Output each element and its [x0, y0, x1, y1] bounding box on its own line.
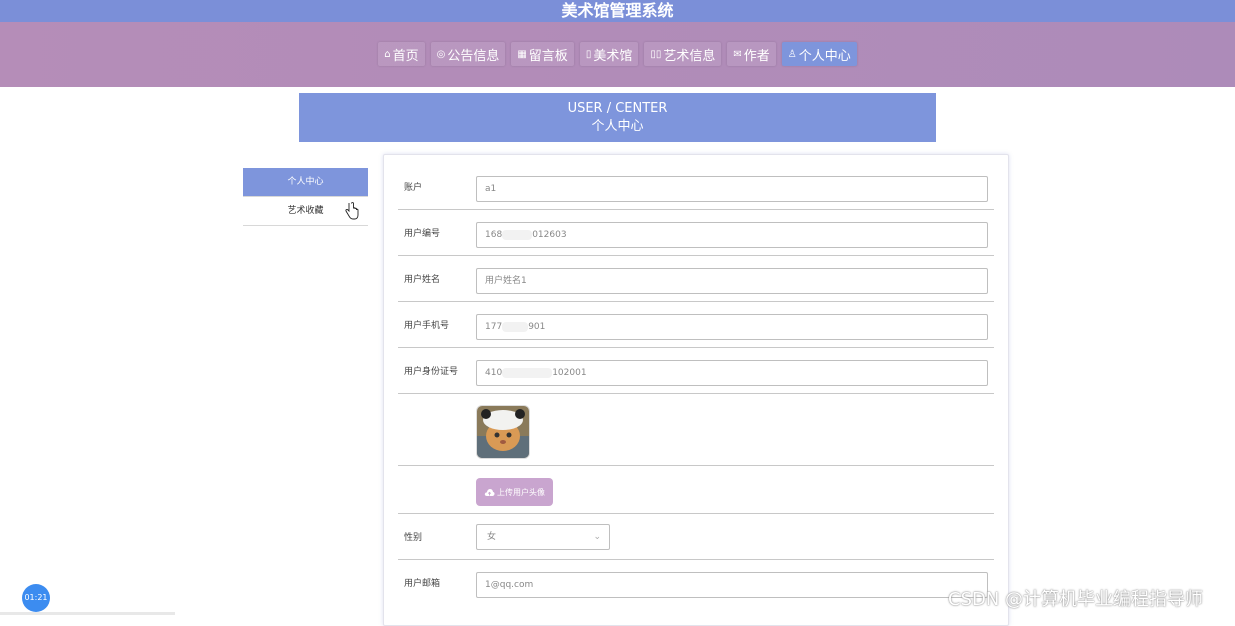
user-name-label: 用户姓名 — [404, 275, 441, 285]
form-row-email: 用户邮箱 1@qq.com — [398, 559, 994, 605]
id-card-value-start: 410 — [485, 368, 503, 378]
user-icon: ♙ — [787, 48, 797, 60]
nav-user-center[interactable]: ♙ 个人中心 — [781, 42, 857, 66]
section-header: USER / CENTER 个人中心 — [299, 93, 936, 142]
form-row-phone: 用户手机号 177 901 — [398, 301, 994, 348]
nav-author[interactable]: ✉ 作者 — [727, 42, 776, 66]
hand-cursor-icon — [345, 202, 359, 220]
user-no-value-start: 168 — [485, 230, 503, 240]
phone-label: 用户手机号 — [404, 321, 450, 331]
main-nav: ⌂ 首页 ◎ 公告信息 ▦ 留言板 ▯ 美术馆 ▯▯ 艺术信息 ✉ 作者 ♙ 个… — [0, 42, 1235, 66]
phone-field[interactable]: 177 901 — [476, 314, 988, 340]
form-row-user-name: 用户姓名 用户姓名1 — [398, 255, 994, 302]
announce-icon: ◎ — [436, 48, 446, 60]
chevron-down-icon: ⌄ — [593, 532, 601, 542]
user-name-field[interactable]: 用户姓名1 — [476, 268, 988, 294]
phone-value-end: 901 — [528, 322, 546, 332]
gallery-icon: ▯ — [585, 48, 592, 60]
nav-home[interactable]: ⌂ 首页 — [378, 42, 425, 66]
gender-value: 女 — [487, 532, 497, 542]
account-label: 账户 — [404, 183, 423, 193]
nav-message-board[interactable]: ▦ 留言板 — [511, 42, 574, 66]
nav-label: 首页 — [392, 48, 419, 64]
nav-label: 作者 — [743, 48, 770, 64]
email-field[interactable]: 1@qq.com — [476, 572, 988, 598]
id-card-field[interactable]: 410 102001 — [476, 360, 988, 386]
nav-label: 公告信息 — [447, 48, 500, 64]
user-no-value-end: 012603 — [532, 230, 567, 240]
nav-art-info[interactable]: ▯▯ 艺术信息 — [644, 42, 722, 66]
user-no-field[interactable]: 168 012603 — [476, 222, 988, 248]
board-icon: ▦ — [517, 48, 527, 60]
id-card-value-end: 102001 — [552, 368, 587, 378]
form-row-upload: 上传用户头像 — [398, 465, 994, 514]
user-no-label: 用户编号 — [404, 229, 441, 239]
watermark: CSDN @计算机毕业编程指导师 — [948, 589, 1204, 610]
profile-form: 账户 a1 用户编号 168 012603 用户姓名 用户姓名1 用户手机号 17… — [383, 154, 1009, 626]
phone-value-start: 177 — [485, 322, 503, 332]
art-icon: ▯▯ — [650, 48, 662, 60]
bottom-scroll-track — [0, 612, 175, 615]
form-row-gender: 性别 女 ⌄ — [398, 513, 994, 560]
nav-gallery[interactable]: ▯ 美术馆 — [579, 42, 639, 66]
form-row-avatar — [398, 393, 994, 466]
gender-select[interactable]: 女 ⌄ — [476, 524, 610, 550]
avatar — [476, 405, 530, 459]
nav-label: 个人中心 — [798, 48, 851, 64]
form-row-id-card: 用户身份证号 410 102001 — [398, 347, 994, 394]
redacted-mask — [502, 367, 553, 378]
sidebar-item-user-center[interactable]: 个人中心 — [243, 168, 368, 197]
form-row-account: 账户 a1 — [398, 163, 994, 210]
author-icon: ✉ — [733, 48, 742, 60]
section-header-en: USER / CENTER — [567, 101, 668, 116]
account-field[interactable]: a1 — [476, 176, 988, 202]
nav-label: 留言板 — [528, 48, 568, 64]
nav-label: 艺术信息 — [663, 48, 716, 64]
nav-announcements[interactable]: ◎ 公告信息 — [430, 42, 506, 66]
id-card-label: 用户身份证号 — [404, 367, 459, 377]
nav-label: 美术馆 — [593, 48, 633, 64]
redacted-mask — [502, 229, 533, 240]
email-label: 用户邮箱 — [404, 579, 441, 589]
home-icon: ⌂ — [384, 48, 391, 60]
upload-avatar-label: 上传用户头像 — [497, 487, 545, 497]
form-row-user-no: 用户编号 168 012603 — [398, 209, 994, 256]
cloud-upload-icon — [484, 488, 495, 496]
upload-avatar-button[interactable]: 上传用户头像 — [476, 478, 553, 506]
redacted-mask — [502, 321, 529, 332]
section-header-cn: 个人中心 — [591, 119, 644, 134]
app-title: 美术馆管理系统 — [0, 0, 1235, 22]
recording-timer: 01:21 — [22, 584, 50, 612]
gender-label: 性别 — [404, 533, 423, 543]
